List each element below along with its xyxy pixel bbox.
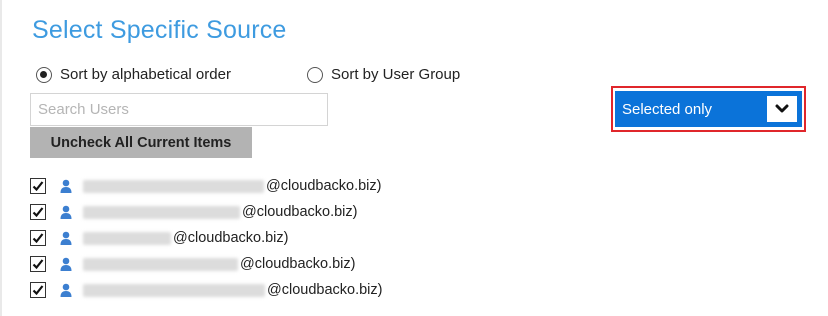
search-users-input[interactable] [30, 93, 328, 126]
checkmark-icon [32, 233, 44, 244]
filter-select-value: Selected only [622, 100, 713, 118]
blurred-user-name [83, 231, 171, 245]
sort-alphabetical-label: Sort by alphabetical order [60, 66, 231, 83]
chevron-down-icon[interactable] [767, 96, 797, 122]
sort-user-group-radio[interactable] [307, 66, 323, 83]
panel-left-border [0, 0, 2, 316]
sort-user-group-label: Sort by User Group [331, 66, 461, 83]
user-checkbox[interactable] [30, 230, 46, 246]
user-checkbox[interactable] [30, 204, 46, 220]
blurred-user-name [83, 283, 265, 297]
user-icon [59, 178, 73, 194]
sort-user-group-option[interactable]: Sort by User Group [307, 66, 460, 83]
checkmark-icon [32, 207, 44, 218]
user-email-domain: @cloudbacko.biz) [266, 178, 382, 194]
section-title: Select Specific Source [32, 16, 287, 44]
user-list-item[interactable]: @cloudbacko.biz) [30, 199, 382, 225]
user-icon [59, 204, 73, 220]
user-email-domain: @cloudbacko.biz) [242, 204, 358, 220]
user-icon [59, 230, 73, 246]
user-list-item[interactable]: @cloudbacko.biz) [30, 225, 382, 251]
user-checkbox[interactable] [30, 178, 46, 194]
user-icon [59, 256, 73, 272]
user-checkbox[interactable] [30, 282, 46, 298]
checkmark-icon [32, 259, 44, 270]
checkmark-icon [32, 181, 44, 192]
sort-alphabetical-option[interactable]: Sort by alphabetical order [36, 66, 231, 83]
user-icon [59, 282, 73, 298]
blurred-user-name [83, 179, 264, 193]
sort-alphabetical-radio[interactable] [36, 66, 52, 83]
user-checkbox[interactable] [30, 256, 46, 272]
user-email-domain: @cloudbacko.biz) [173, 230, 289, 246]
blurred-user-name [83, 257, 238, 271]
user-list-item[interactable]: @cloudbacko.biz) [30, 173, 382, 199]
user-list-item[interactable]: @cloudbacko.biz) [30, 251, 382, 277]
user-email-domain: @cloudbacko.biz) [267, 282, 383, 298]
user-list: @cloudbacko.biz) @cloudbacko.biz) @cloud… [30, 173, 382, 303]
uncheck-all-button[interactable]: Uncheck All Current Items [30, 127, 252, 158]
user-list-item[interactable]: @cloudbacko.biz) [30, 277, 382, 303]
checkmark-icon [32, 285, 44, 296]
filter-select[interactable]: Selected only [615, 91, 802, 127]
blurred-user-name [83, 205, 240, 219]
user-email-domain: @cloudbacko.biz) [240, 256, 356, 272]
